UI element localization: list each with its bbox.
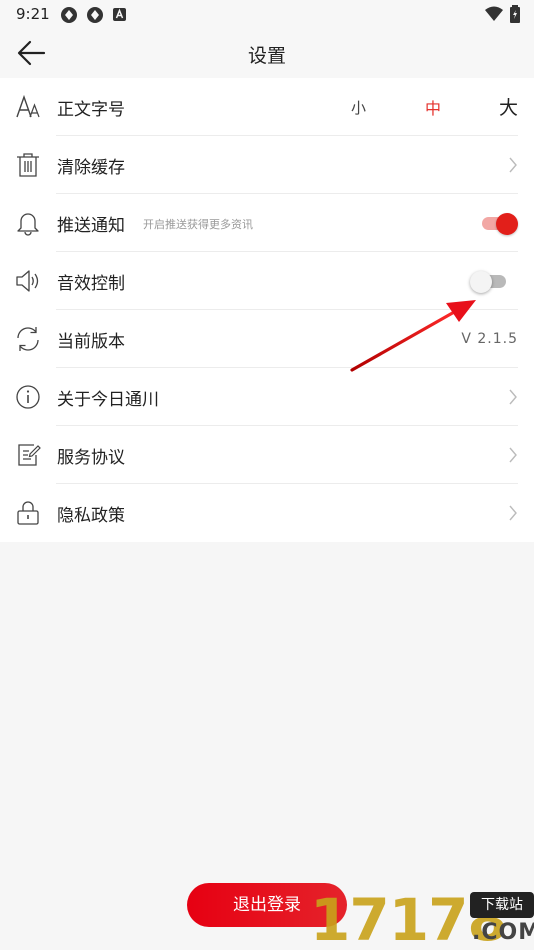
font-size-option-small[interactable]: 小 (351, 97, 366, 118)
settings-row-privacy[interactable]: 隐私政策 (0, 484, 534, 542)
lock-icon (17, 501, 39, 525)
speaker-icon (16, 270, 39, 292)
watermark-domain: .COM (472, 920, 534, 945)
font-size-option-medium[interactable]: 中 (425, 95, 441, 119)
watermark-logo: 17178 下载站 .COM (310, 890, 534, 950)
notification-app-icon (61, 7, 77, 23)
notification-app-icon (87, 7, 103, 23)
chevron-right-icon (509, 389, 517, 405)
clear-cache-label: 清除缓存 (57, 158, 125, 178)
chevron-right-icon (509, 447, 517, 463)
wifi-icon (485, 6, 503, 21)
about-label: 关于今日通川 (57, 390, 159, 410)
settings-row-font-size: 正文字号 小 中 大 (0, 78, 534, 136)
font-size-option-large[interactable]: 大 (499, 93, 518, 120)
page-title: 设置 (247, 45, 286, 67)
app-bar: 设置 (0, 28, 534, 78)
chevron-right-icon (509, 157, 517, 173)
sound-toggle[interactable] (470, 271, 510, 293)
refresh-icon (17, 327, 39, 351)
status-time: 9:21 (16, 5, 50, 23)
agreement-label: 服务协议 (57, 448, 125, 468)
annotation-arrow-icon (350, 300, 476, 372)
watermark-badge: 下载站 (470, 892, 534, 918)
sound-label: 音效控制 (57, 274, 125, 294)
push-sublabel: 开启推送获得更多资讯 (143, 218, 253, 231)
bell-icon (17, 213, 39, 236)
push-toggle[interactable] (478, 213, 518, 235)
info-icon (16, 385, 40, 409)
font-size-label: 正文字号 (57, 100, 125, 120)
status-bar: 9:21 (0, 0, 534, 28)
settings-row-clear-cache[interactable]: 清除缓存 (0, 136, 534, 194)
font-size-icon (16, 94, 40, 118)
push-label: 推送通知 (57, 216, 125, 236)
privacy-label: 隐私政策 (57, 506, 125, 526)
version-label: 当前版本 (57, 332, 125, 352)
document-edit-icon (18, 444, 41, 466)
push-toggle-thumb (496, 213, 518, 235)
battery-icon (510, 5, 520, 23)
chevron-right-icon (509, 505, 517, 521)
trash-icon (17, 153, 39, 177)
settings-row-push: 推送通知 开启推送获得更多资讯 (0, 194, 534, 252)
notification-a-icon (113, 8, 126, 21)
status-notification-icons (60, 6, 128, 24)
settings-row-agreement[interactable]: 服务协议 (0, 426, 534, 484)
status-system-icons (484, 5, 520, 23)
